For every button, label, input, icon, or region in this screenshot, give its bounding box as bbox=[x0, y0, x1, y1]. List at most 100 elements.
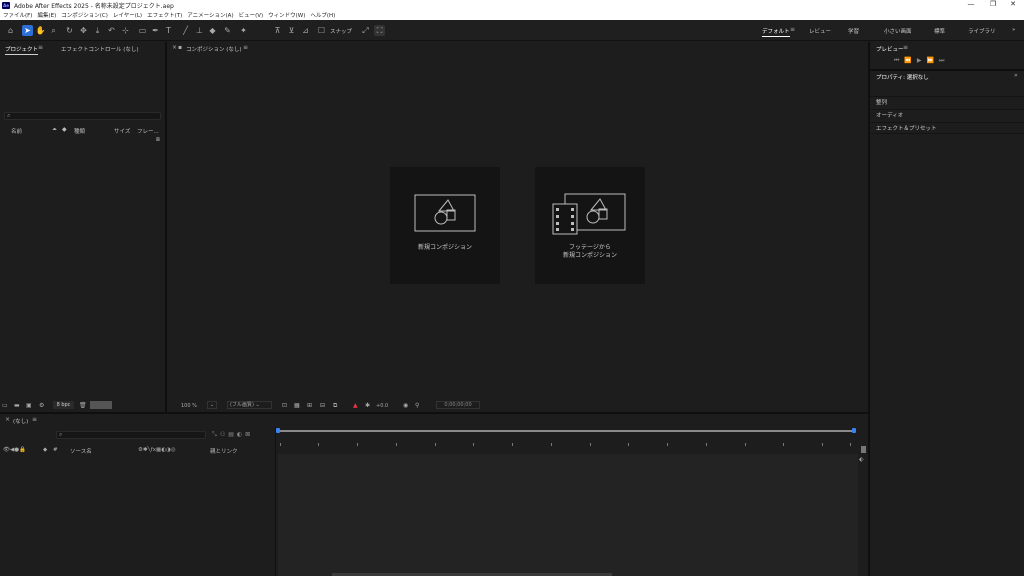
layer-search-input[interactable]: ⌕ bbox=[56, 431, 206, 439]
lock-icon[interactable]: ▪ bbox=[178, 44, 182, 51]
flowchart-icon[interactable]: ⧈ bbox=[156, 136, 160, 144]
new-folder-icon[interactable]: ▬ bbox=[14, 402, 20, 409]
rotate-tool-icon[interactable]: ↻ bbox=[64, 25, 75, 36]
snap-toggle-icon[interactable]: ⛶ bbox=[374, 25, 385, 36]
play-icon[interactable]: ▶ bbox=[917, 57, 927, 64]
label-tag-icon[interactable]: ◆ bbox=[62, 126, 67, 133]
guides-icon[interactable]: ⊟ bbox=[320, 402, 325, 409]
region-of-interest-icon[interactable]: ⊡ bbox=[282, 402, 287, 409]
tab-effect-controls[interactable]: エフェクトコントロール (なし) bbox=[61, 45, 139, 53]
layer-switches-icons[interactable]: ⚙✱╲fx▦◐◑◎ bbox=[138, 447, 176, 453]
draft-3d-icon[interactable]: ⤡ bbox=[212, 431, 220, 438]
motion-blur-icon[interactable]: ◐ bbox=[237, 431, 245, 438]
pan-behind-tool-icon[interactable]: ⤓ bbox=[92, 25, 103, 36]
workspace-default[interactable]: デフォルト bbox=[762, 27, 790, 37]
world-axis-icon[interactable]: ⊻ bbox=[286, 25, 297, 36]
adjust-settings-icon[interactable]: ⚙ bbox=[39, 402, 44, 409]
workspace-small-screen[interactable]: 小さい画面 bbox=[884, 27, 912, 35]
view-axis-icon[interactable]: ⊿ bbox=[300, 25, 311, 36]
menu-edit[interactable]: 編集(E) bbox=[37, 11, 56, 19]
new-composition-icon[interactable]: ▣ bbox=[26, 402, 32, 409]
sort-up-icon[interactable]: ⏶ bbox=[52, 126, 57, 134]
color-swatch[interactable] bbox=[90, 401, 112, 409]
section-effects-presets[interactable]: エフェクト＆プリセット bbox=[870, 122, 1024, 134]
work-area-start-handle[interactable] bbox=[276, 428, 280, 433]
pen-tool-icon[interactable]: ✒ bbox=[150, 25, 161, 36]
snapshot-icon[interactable]: ◉ bbox=[403, 402, 408, 409]
eraser-tool-icon[interactable]: ◆ bbox=[207, 25, 218, 36]
column-type[interactable]: 種類 bbox=[74, 127, 85, 135]
work-area-bar[interactable] bbox=[278, 430, 854, 432]
interpret-footage-icon[interactable]: ▭ bbox=[2, 402, 8, 409]
workspace-menu-icon[interactable]: ≡ bbox=[790, 26, 795, 33]
exposure-value[interactable]: +0.0 bbox=[376, 403, 388, 409]
color-channel-icon[interactable]: ▲ bbox=[353, 402, 358, 409]
menu-view[interactable]: ビュー(V) bbox=[239, 11, 264, 19]
current-timecode[interactable]: 0;00;00;00 bbox=[436, 401, 480, 409]
zoom-tool-icon[interactable]: ⌕ bbox=[48, 25, 59, 36]
timeline-divider[interactable] bbox=[275, 428, 276, 576]
brush-tool-icon[interactable]: ╱ bbox=[180, 25, 191, 36]
next-frame-icon[interactable]: ⏩ bbox=[927, 57, 939, 64]
local-axis-icon[interactable]: ⊼ bbox=[272, 25, 283, 36]
tab-project[interactable]: プロジェクト bbox=[5, 45, 39, 55]
tab-properties[interactable]: プロパティ: 選択なし bbox=[876, 73, 929, 81]
timeline-menu-icon[interactable]: ≡ bbox=[32, 416, 37, 423]
menu-animation[interactable]: アニメーション(A) bbox=[187, 11, 233, 19]
layer-track-area[interactable] bbox=[278, 454, 858, 576]
home-icon[interactable]: ⌂ bbox=[5, 25, 16, 36]
menu-file[interactable]: ファイル(F) bbox=[3, 11, 32, 19]
column-name[interactable]: 名前 bbox=[11, 127, 22, 135]
label-icon[interactable]: ◆ bbox=[43, 447, 47, 453]
clone-stamp-tool-icon[interactable]: ⊥ bbox=[194, 25, 205, 36]
frame-blend-icon[interactable]: ▤ bbox=[228, 431, 237, 438]
first-frame-icon[interactable]: ⏮ bbox=[894, 57, 904, 64]
menu-layer[interactable]: レイヤー(L) bbox=[113, 11, 142, 19]
menu-window[interactable]: ウィンドウ(W) bbox=[268, 11, 305, 19]
snap-checkbox-icon[interactable]: ☐ bbox=[316, 25, 327, 36]
last-frame-icon[interactable]: ⏭ bbox=[939, 57, 949, 64]
anchor-tool-icon[interactable]: ⊹ bbox=[120, 25, 131, 36]
menu-help[interactable]: ヘルプ(H) bbox=[310, 11, 335, 19]
new-composition-card[interactable]: 新規コンポジション bbox=[390, 167, 500, 284]
workspace-more-icon[interactable]: » bbox=[1012, 27, 1015, 33]
workspace-learn[interactable]: 学習 bbox=[848, 27, 859, 35]
panel-divider[interactable] bbox=[870, 69, 1024, 71]
close-timeline-icon[interactable]: × bbox=[5, 416, 10, 423]
av-switch-icons[interactable]: 👁◀●🔒 bbox=[3, 447, 26, 453]
workspace-review[interactable]: レビュー bbox=[809, 27, 831, 35]
project-menu-icon[interactable]: ≡ bbox=[38, 44, 43, 51]
composition-menu-icon[interactable]: ≡ bbox=[243, 44, 248, 51]
column-frame-rate[interactable]: フレー... bbox=[137, 127, 159, 135]
bit-depth-button[interactable]: 8 bpc bbox=[53, 401, 74, 409]
section-audio[interactable]: オーディオ bbox=[870, 109, 1024, 121]
shy-icon[interactable]: ⚇ bbox=[220, 431, 228, 438]
zoom-dropdown-icon[interactable]: ⌄ bbox=[207, 401, 217, 409]
selection-tool-icon[interactable]: ➤ bbox=[22, 25, 33, 36]
rectangle-tool-icon[interactable]: ▭ bbox=[137, 25, 148, 36]
resolution-select[interactable]: (フル画質) ⌄ bbox=[227, 401, 272, 409]
tab-timeline[interactable]: (なし) bbox=[13, 417, 28, 425]
preview-menu-icon[interactable]: ≡ bbox=[903, 44, 908, 51]
grid-icon[interactable]: ⧉ bbox=[333, 402, 337, 410]
work-area-end-handle[interactable] bbox=[852, 428, 856, 433]
playhead-marker-icon[interactable] bbox=[861, 446, 866, 453]
menu-composition[interactable]: コンポジション(C) bbox=[61, 11, 108, 19]
column-source-name[interactable]: ソース名 bbox=[70, 447, 92, 455]
project-search-input[interactable]: ⌕ bbox=[4, 112, 161, 120]
column-size[interactable]: サイズ bbox=[114, 127, 130, 135]
previous-frame-icon[interactable]: ⏪ bbox=[904, 57, 916, 64]
workspace-standard[interactable]: 標準 bbox=[934, 27, 945, 35]
snap-options-icon[interactable]: ⤢ bbox=[360, 25, 371, 36]
zoom-level[interactable]: 100 % bbox=[181, 403, 197, 409]
menu-effect[interactable]: エフェクト(T) bbox=[147, 11, 182, 19]
transparency-grid-icon[interactable]: ▦ bbox=[294, 402, 300, 409]
tab-composition[interactable]: コンポジション (なし) bbox=[186, 45, 242, 53]
rotation-tool-icon[interactable]: ↶ bbox=[106, 25, 117, 36]
new-composition-from-footage-card[interactable]: フッテージから 新規コンポジション bbox=[535, 167, 645, 284]
type-tool-icon[interactable]: T bbox=[163, 25, 174, 36]
roto-brush-tool-icon[interactable]: ✎ bbox=[222, 25, 233, 36]
camera-tool-icon[interactable]: ✥ bbox=[78, 25, 89, 36]
show-snapshot-icon[interactable]: ⚲ bbox=[415, 402, 419, 409]
hand-tool-icon[interactable]: ✋ bbox=[35, 25, 46, 36]
